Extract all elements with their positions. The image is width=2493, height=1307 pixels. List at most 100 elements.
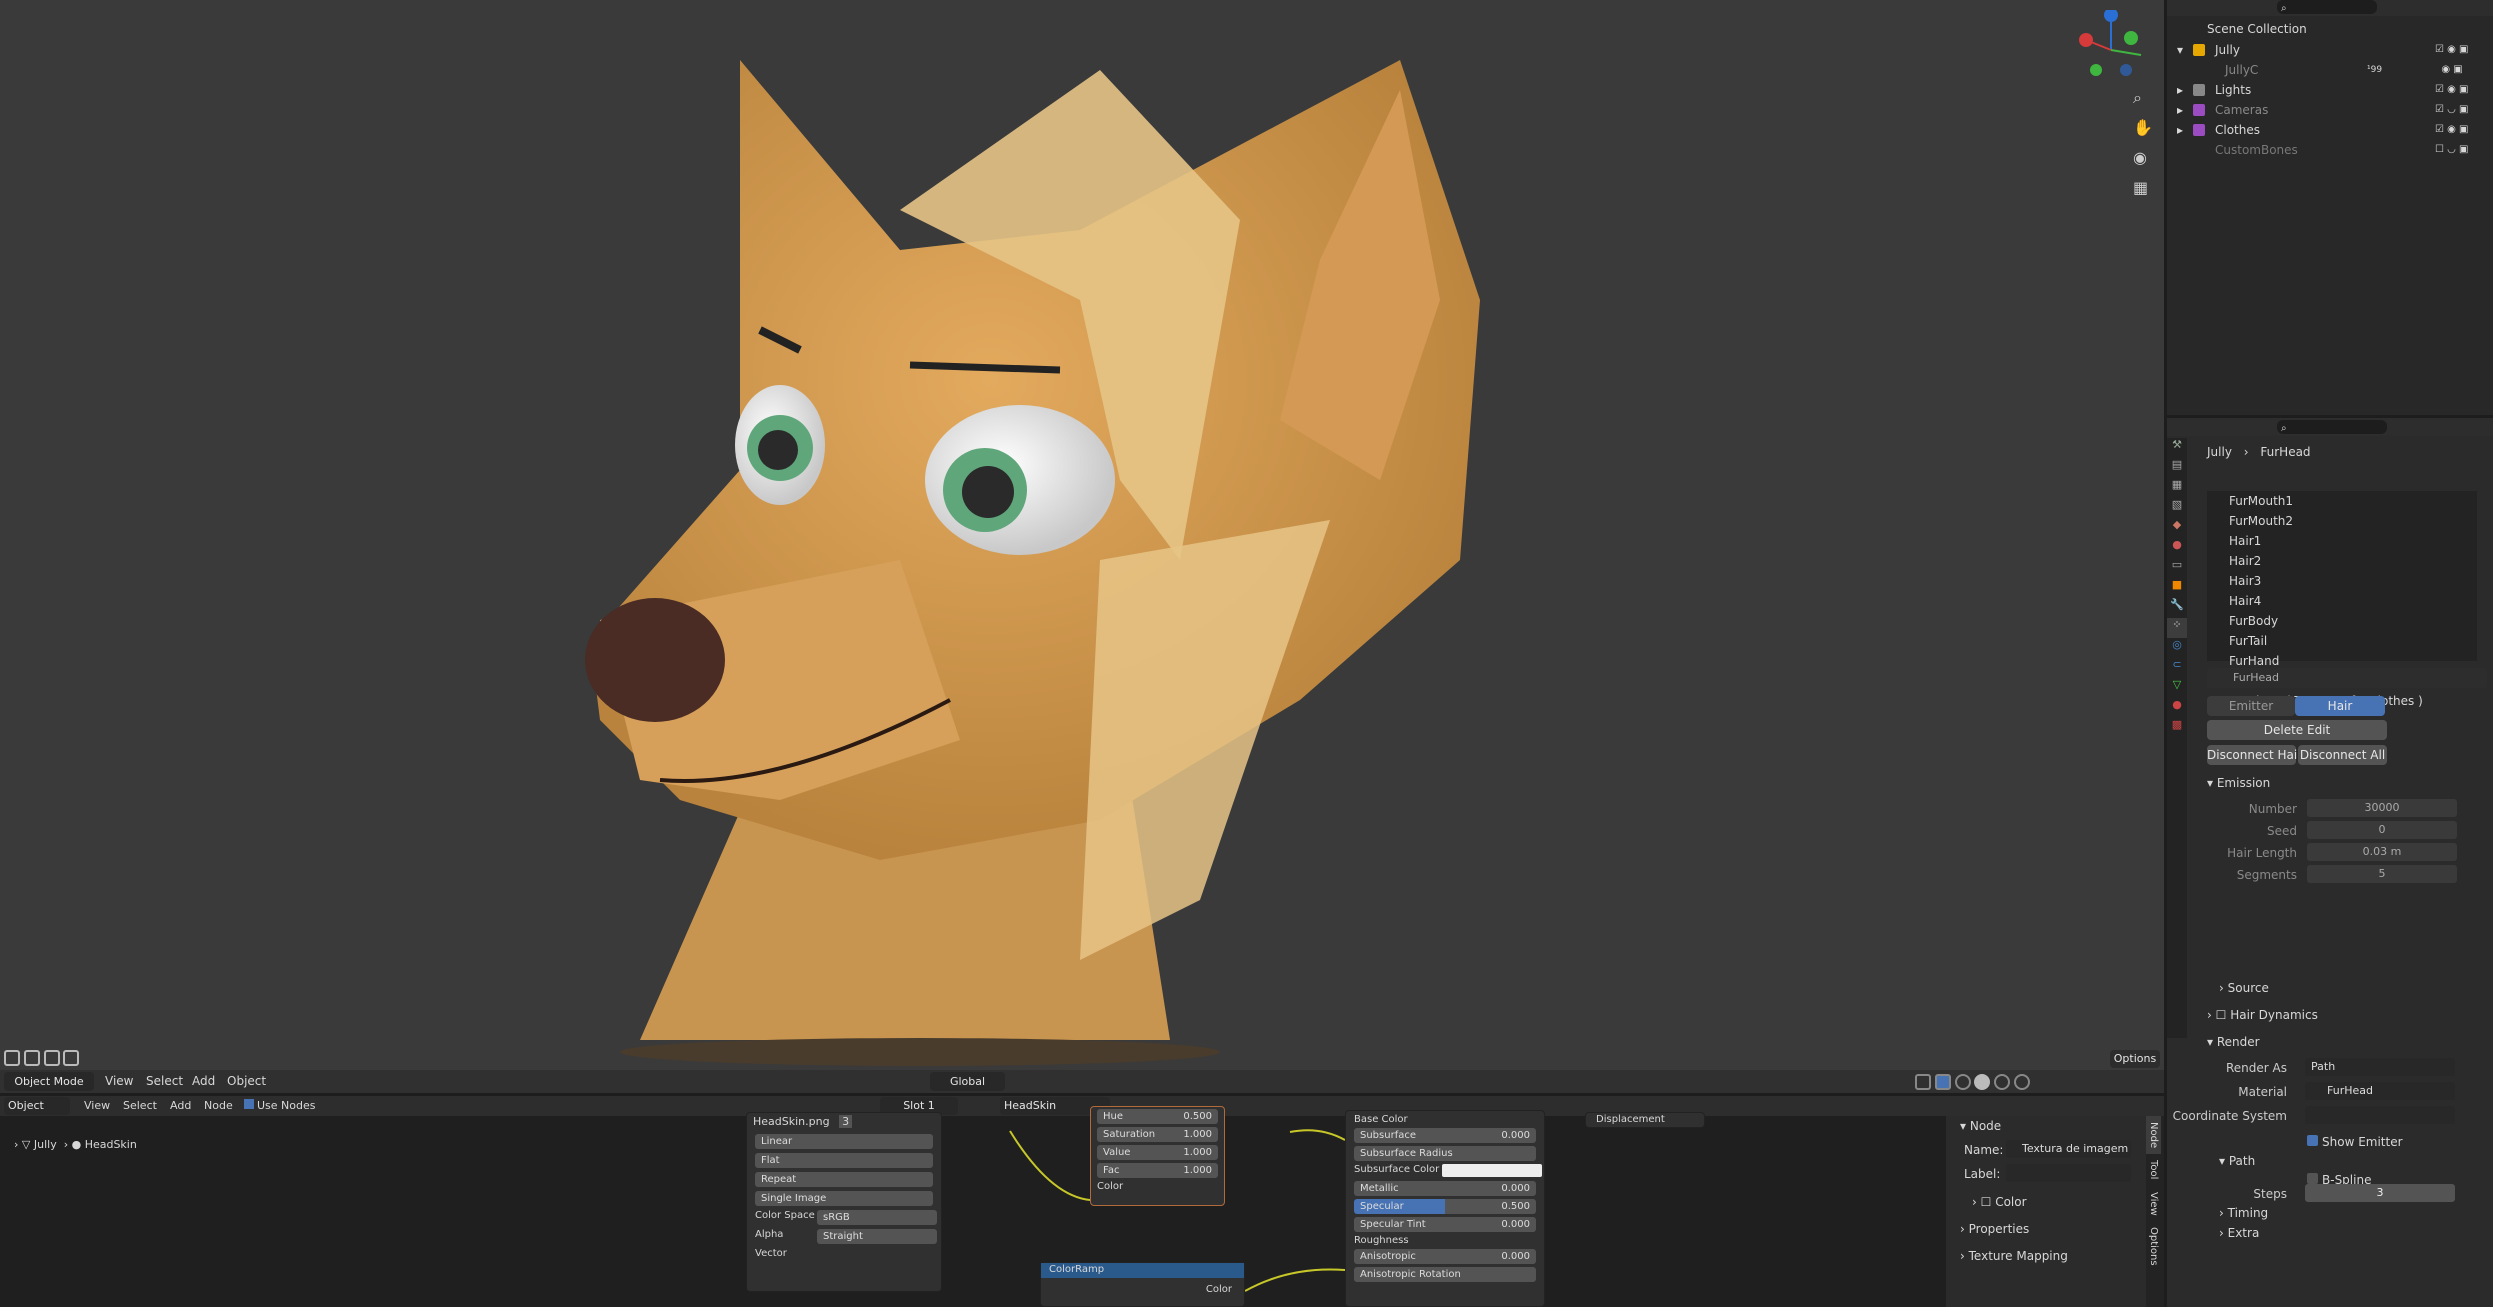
overlay-icon[interactable] bbox=[1915, 1074, 1931, 1090]
zoom-icon[interactable]: ⌕ bbox=[2133, 88, 2155, 110]
projection-dropdown[interactable]: Flat bbox=[755, 1153, 933, 1168]
select-mode-icons[interactable] bbox=[4, 1050, 80, 1068]
material-tab-icon[interactable]: ● bbox=[2167, 698, 2187, 718]
saturation-field[interactable]: Saturation 1.000 bbox=[1097, 1127, 1218, 1142]
world-tab-icon[interactable]: ● bbox=[2167, 538, 2187, 558]
tab-tool[interactable]: Tool bbox=[2146, 1154, 2161, 1185]
visibility-toggles[interactable]: ☑ ◉ ▣ ◉ ▣ ☑ ◉ ▣ ☑ ◡ ▣ ☑ ◉ ▣ ☐ ◡ ▣ bbox=[2435, 40, 2491, 160]
source-dropdown[interactable]: Single Image bbox=[755, 1191, 933, 1206]
properties-search[interactable]: ⌕ bbox=[2277, 420, 2387, 434]
segments-field[interactable]: 5 bbox=[2307, 865, 2457, 883]
value-field[interactable]: Value 1.000 bbox=[1097, 1145, 1218, 1160]
render-panel-header[interactable]: ▾ Render bbox=[2207, 1032, 2260, 1052]
color-space-dropdown[interactable]: sRGB bbox=[817, 1210, 937, 1225]
delete-edit-button[interactable]: Delete Edit bbox=[2207, 720, 2387, 740]
metallic-field[interactable]: Metallic 0.000 bbox=[1354, 1181, 1536, 1196]
menu-object[interactable]: Object bbox=[227, 1074, 266, 1088]
menu-add[interactable]: Add bbox=[192, 1074, 215, 1088]
grid-icon[interactable]: ▦ bbox=[2133, 178, 2155, 200]
list-item[interactable]: Hair4 bbox=[2207, 591, 2477, 611]
menu-select[interactable]: Select bbox=[146, 1074, 183, 1088]
list-item[interactable]: Hair3 bbox=[2207, 571, 2477, 591]
principled-bsdf-node[interactable]: Base Color Subsurface 0.000 Subsurface Ra… bbox=[1345, 1110, 1545, 1307]
material-shading-icon[interactable] bbox=[1994, 1074, 2011, 1090]
outliner-search[interactable]: ⌕ bbox=[2277, 0, 2377, 14]
anisotropic-rotation-field[interactable]: Anisotropic Rotation bbox=[1354, 1267, 1536, 1282]
texture-mapping-subpanel[interactable]: › Texture Mapping bbox=[1946, 1246, 2146, 1266]
hue-saturation-node[interactable]: Hue 0.500 Saturation 1.000 Value 1.000 Fac 1… bbox=[1090, 1106, 1225, 1206]
scene-collection-label[interactable]: Scene Collection bbox=[2207, 19, 2307, 39]
list-item[interactable]: FurTail bbox=[2207, 631, 2477, 651]
list-item[interactable]: Hair2 bbox=[2207, 551, 2477, 571]
constraints-tab-icon[interactable]: ⊂ bbox=[2167, 658, 2187, 678]
list-item[interactable]: FurBody bbox=[2207, 611, 2477, 631]
specular-tint-field[interactable]: Specular Tint 0.000 bbox=[1354, 1217, 1536, 1232]
disconnect-all-button[interactable]: Disconnect All bbox=[2298, 745, 2387, 765]
pan-hand-icon[interactable]: ✋ bbox=[2133, 118, 2155, 140]
render-tab-icon[interactable]: ▤ bbox=[2167, 458, 2187, 478]
render-as-dropdown[interactable]: Path bbox=[2305, 1058, 2455, 1076]
navigation-gizmo[interactable] bbox=[2076, 8, 2146, 80]
tab-options[interactable]: Options bbox=[2146, 1221, 2161, 1272]
node-label-field[interactable] bbox=[2006, 1164, 2131, 1182]
list-item[interactable]: FurMouth2 bbox=[2207, 511, 2477, 531]
node-editor[interactable]: Object View Select Add Node Use Nodes Sl… bbox=[0, 1096, 2164, 1307]
menu-view[interactable]: View bbox=[105, 1074, 133, 1088]
image-texture-node[interactable]: HeadSkin.png 3 Linear Flat Repeat Single… bbox=[746, 1112, 942, 1292]
number-field[interactable]: 30000 bbox=[2307, 799, 2457, 817]
wireframe-shading-icon[interactable] bbox=[1954, 1074, 1971, 1090]
alpha-dropdown[interactable]: Straight bbox=[817, 1229, 937, 1244]
steps-field[interactable]: 3 bbox=[2305, 1184, 2455, 1202]
3d-viewport[interactable]: ⌕ ✋ ◉ ▦ Options bbox=[0, 0, 2164, 1093]
extra-subpanel[interactable]: › Extra bbox=[2219, 1223, 2259, 1243]
xray-icon[interactable] bbox=[1934, 1074, 1951, 1090]
select-subtract-icon[interactable] bbox=[43, 1050, 60, 1066]
expand-icon[interactable]: ▾ bbox=[2177, 40, 2183, 60]
source-subpanel[interactable]: › Source bbox=[2219, 978, 2269, 998]
extension-dropdown[interactable]: Repeat bbox=[755, 1172, 933, 1187]
collection-tab-icon[interactable]: ▭ bbox=[2167, 558, 2187, 578]
subsurface-radius-dropdown[interactable]: Subsurface Radius bbox=[1354, 1146, 1536, 1161]
particles-tab-icon[interactable]: ⁘ bbox=[2167, 618, 2187, 638]
subsurface-field[interactable]: Subsurface 0.000 bbox=[1354, 1128, 1536, 1143]
material-dropdown[interactable]: FurHead bbox=[2305, 1082, 2455, 1100]
hue-field[interactable]: Hue 0.500 bbox=[1097, 1109, 1218, 1124]
particle-system-list[interactable]: FurMouth1 FurMouth2 Hair1 Hair2 Hair3 Ha… bbox=[2207, 491, 2477, 708]
output-tab-icon[interactable]: ▦ bbox=[2167, 478, 2187, 498]
tab-hair[interactable]: Hair bbox=[2295, 696, 2385, 716]
specular-field[interactable]: Specular 0.500 bbox=[1354, 1199, 1536, 1214]
emission-header[interactable]: ▾ Emission bbox=[2207, 773, 2487, 793]
tab-view[interactable]: View bbox=[2146, 1186, 2161, 1222]
seed-field[interactable]: 0 bbox=[2307, 821, 2457, 839]
rendered-shading-icon[interactable] bbox=[2014, 1074, 2031, 1090]
interpolation-dropdown[interactable]: Linear bbox=[755, 1134, 933, 1149]
coordinate-system-field[interactable] bbox=[2305, 1106, 2455, 1124]
data-tab-icon[interactable]: ▽ bbox=[2167, 678, 2187, 698]
object-tab-icon[interactable]: ■ bbox=[2167, 578, 2187, 598]
properties-tabs[interactable]: ⚒ ▤ ▦ ▧ ◆ ● ▭ ■ 🔧 ⁘ ◎ ⊂ ▽ ● ▩ bbox=[2167, 438, 2187, 1038]
hair-dynamics-panel[interactable]: › ☐ Hair Dynamics bbox=[2207, 1005, 2318, 1025]
node-name-field[interactable]: Textura de imagem bbox=[2006, 1140, 2131, 1158]
tab-node[interactable]: Node bbox=[2146, 1116, 2161, 1155]
image-file-field[interactable]: HeadSkin.png 3 bbox=[747, 1113, 941, 1131]
path-subpanel-header[interactable]: ▾ Path bbox=[2219, 1151, 2255, 1171]
material-output-node[interactable]: Displacement bbox=[1585, 1112, 1705, 1128]
camera-icon[interactable]: ◉ bbox=[2133, 148, 2155, 170]
tab-emitter[interactable]: Emitter bbox=[2207, 696, 2295, 716]
hair-length-field[interactable]: 0.03 m bbox=[2307, 843, 2457, 861]
scene-tab-icon[interactable]: ◆ bbox=[2167, 518, 2187, 538]
select-extend-icon[interactable] bbox=[23, 1050, 40, 1066]
select-box-icon[interactable] bbox=[4, 1050, 20, 1066]
disconnect-hair-button[interactable]: Disconnect Hair bbox=[2207, 745, 2302, 765]
list-item[interactable]: Hair1 bbox=[2207, 531, 2477, 551]
fac-field[interactable]: Fac 1.000 bbox=[1097, 1163, 1218, 1178]
node-section-header[interactable]: ▾ Node bbox=[1946, 1116, 2146, 1136]
texture-tab-icon[interactable]: ▩ bbox=[2167, 718, 2187, 738]
show-emitter-checkbox[interactable]: Show Emitter bbox=[2307, 1132, 2403, 1152]
solid-shading-icon[interactable] bbox=[1974, 1074, 1991, 1090]
timing-subpanel[interactable]: › Timing bbox=[2219, 1203, 2268, 1223]
options-button[interactable]: Options bbox=[2110, 1050, 2160, 1068]
physics-tab-icon[interactable]: ◎ bbox=[2167, 638, 2187, 658]
tool-tab-icon[interactable]: ⚒ bbox=[2167, 438, 2187, 458]
subsurface-color-swatch[interactable] bbox=[1442, 1164, 1542, 1177]
